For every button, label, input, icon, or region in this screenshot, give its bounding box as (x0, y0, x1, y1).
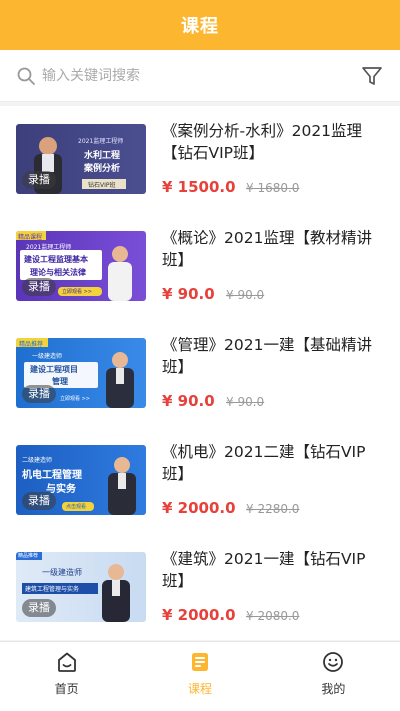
course-thumbnail: 2021监理工程师 水利工程 案例分析 钻石VIP班 录播 (16, 124, 146, 194)
recorded-badge: 录播 (22, 599, 56, 617)
tab-courses-label: 课程 (187, 682, 212, 696)
smiley-profile-icon (323, 652, 344, 672)
course-title: 《机电》2021二建【钻石VIP班】 (162, 443, 366, 483)
course-title: 《管理》2021一建【基础精讲班】 (162, 336, 372, 376)
course-thumbnail: 二级建造师 机电工程管理 与实务 点击观看 录播 (16, 445, 146, 515)
thumb-text: 管理 (52, 377, 68, 386)
course-title: 《建筑》2021一建【钻石VIP班】 (162, 550, 366, 590)
original-price: ¥ 2280.0 (246, 502, 300, 516)
thumb-text: 案例分析 (84, 164, 121, 174)
course-thumbnail: 精品推荐 一级建造师 建筑工程管理与实务 录播 (16, 552, 146, 622)
tab-mine-label: 我的 (321, 682, 346, 696)
header-bar: 课程 (0, 0, 400, 50)
thumb-text: 建设工程监理基本 (24, 255, 88, 264)
home-icon (57, 652, 76, 672)
recorded-badge: 录播 (22, 278, 56, 296)
app-root: 课程 2021监理工程师 水利工程 案例分析 钻石VIP (0, 0, 400, 711)
tab-home[interactable]: 首页 (0, 642, 133, 711)
filter-icon[interactable] (360, 64, 384, 88)
thumb-text: 2021监理工程师 (26, 244, 72, 251)
thumb-text: 点击观看 (66, 504, 87, 510)
course-thumbnail: 精品推荐 一级建造师 建设工程项目 管理 立即观看 >> 录播 (16, 338, 146, 408)
thumb-text: 理论与相关法律 (30, 268, 86, 277)
thumb-text: 一级建造师 (32, 353, 63, 360)
search-bar (0, 50, 400, 102)
original-price: ¥ 1680.0 (246, 181, 300, 195)
course-title: 《概论》2021监理【教材精讲班】 (162, 229, 372, 269)
original-price: ¥ 90.0 (226, 395, 265, 409)
tab-courses[interactable]: 课程 (133, 642, 266, 711)
course-price: ¥ 2000.0 (162, 499, 236, 517)
thumb-text: 建筑工程管理与实务 (25, 586, 80, 593)
thumb-text: 2021监理工程师 (78, 138, 124, 145)
bottom-tab-bar: 首页 课程 我的 (0, 641, 400, 711)
course-price: ¥ 90.0 (162, 392, 215, 410)
tab-home-label: 首页 (54, 682, 79, 696)
course-thumbnail: 精品课程 2021监理工程师 建设工程监理基本 理论与相关法律 立即观看 >> … (16, 231, 146, 301)
thumb-text: 精品推荐 (19, 341, 44, 348)
thumb-text: 立即观看 >> (62, 289, 92, 295)
course-item[interactable]: 二级建造师 机电工程管理 与实务 点击观看 录播 《机电》2021二建【钻石VI… (0, 427, 400, 534)
thumb-text: 水利工程 (84, 151, 121, 161)
search-icon (17, 67, 35, 85)
page-title: 课程 (181, 16, 219, 37)
original-price: ¥ 2080.0 (246, 609, 300, 623)
thumb-text: 钻石VIP班 (88, 182, 116, 189)
recorded-badge: 录播 (22, 492, 56, 510)
thumb-text: 精品课程 (18, 234, 43, 241)
course-price: ¥ 1500.0 (162, 178, 236, 196)
thumb-text: 二级建造师 (22, 457, 53, 464)
course-list: 2021监理工程师 水利工程 案例分析 钻石VIP班 录播 《案例分析-水利》2… (0, 106, 400, 640)
course-item[interactable]: 精品推荐 一级建造师 建设工程项目 管理 立即观看 >> 录播 《管理》2021… (0, 320, 400, 427)
course-item[interactable]: 精品推荐 一级建造师 建筑工程管理与实务 录播 《建筑》2021一建【钻石VIP… (0, 534, 400, 640)
course-price: ¥ 2000.0 (162, 606, 236, 624)
original-price: ¥ 90.0 (226, 288, 265, 302)
search-input[interactable] (42, 64, 342, 88)
thumb-text: 精品推荐 (18, 553, 39, 559)
course-book-icon (191, 653, 208, 671)
thumb-text: 机电工程管理 (22, 470, 82, 481)
thumb-text: 一级建造师 (42, 568, 82, 577)
course-price: ¥ 90.0 (162, 285, 215, 303)
course-title: 《案例分析-水利》2021监理【钻石VIP班】 (162, 122, 363, 162)
thumb-text: 建设工程项目 (30, 365, 78, 374)
tab-mine[interactable]: 我的 (267, 642, 400, 711)
course-item[interactable]: 2021监理工程师 水利工程 案例分析 钻石VIP班 录播 《案例分析-水利》2… (0, 106, 400, 213)
thumb-text: 立即观看 >> (60, 396, 90, 402)
recorded-badge: 录播 (22, 171, 56, 189)
course-item[interactable]: 精品课程 2021监理工程师 建设工程监理基本 理论与相关法律 立即观看 >> … (0, 213, 400, 320)
recorded-badge: 录播 (22, 385, 56, 403)
